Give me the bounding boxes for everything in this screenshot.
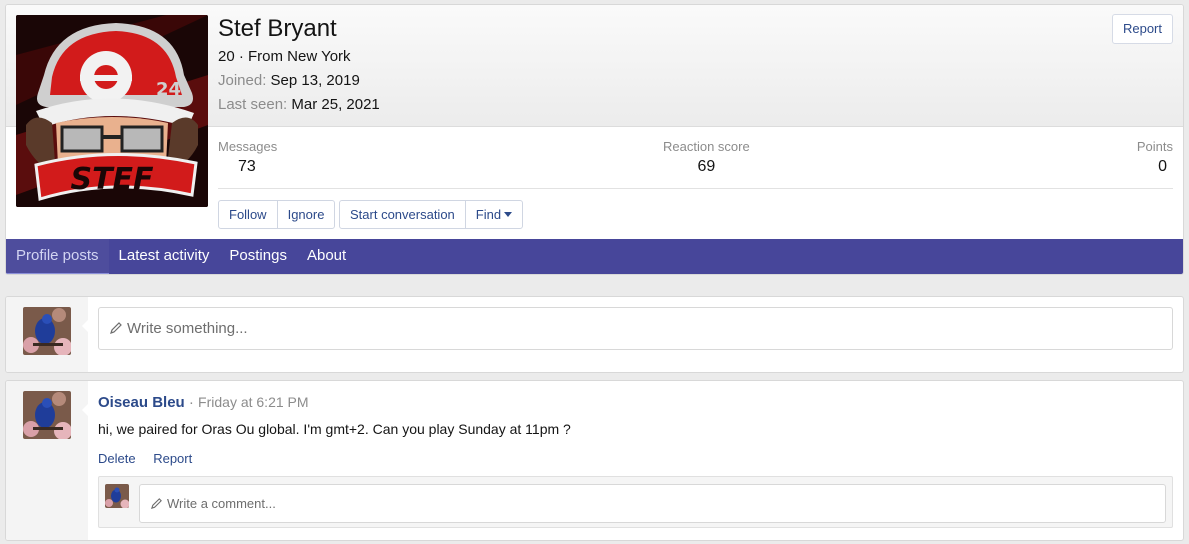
- profile-name: Stef Bryant: [218, 15, 337, 42]
- stats-divider: [218, 188, 1173, 189]
- svg-text:24: 24: [156, 79, 181, 100]
- tab-postings[interactable]: Postings: [219, 239, 297, 274]
- author-avatar[interactable]: [23, 391, 71, 439]
- stat-reaction-score: Reaction score 69: [663, 139, 750, 176]
- current-user-avatar[interactable]: [23, 307, 71, 355]
- message-author-link[interactable]: Oiseau Bleu: [98, 394, 185, 411]
- stat-points-label: Points: [1136, 139, 1173, 154]
- new-profile-post: Write something...: [5, 296, 1184, 373]
- write-something-placeholder: Write something...: [127, 320, 248, 337]
- write-comment-input[interactable]: Write a comment...: [139, 484, 1166, 523]
- report-profile-button[interactable]: Report: [1111, 14, 1173, 44]
- caret-down-icon: [504, 212, 513, 218]
- last-seen-value: Mar 25, 2021: [291, 96, 380, 113]
- message-pointer: [82, 400, 92, 420]
- joined-value: Sep 13, 2019: [270, 72, 360, 89]
- tab-profile-posts[interactable]: Profile posts: [6, 239, 109, 274]
- profile-post-message: Oiseau Bleu · Friday at 6:21 PM hi, we p…: [5, 380, 1184, 541]
- joined-label: Joined:: [218, 72, 267, 89]
- stat-reaction-label: Reaction score: [663, 139, 750, 154]
- avatar-image: 24 STEF: [16, 15, 208, 207]
- ignore-button[interactable]: Ignore: [278, 201, 335, 228]
- comment-avatar[interactable]: [105, 484, 129, 508]
- stat-messages: Messages 73: [218, 139, 277, 176]
- message-body: hi, we paired for Oras Ou global. I'm gm…: [98, 421, 571, 437]
- last-seen-label: Last seen:: [218, 96, 288, 113]
- report-link[interactable]: Report: [153, 451, 192, 466]
- find-menu-button[interactable]: Find: [466, 201, 522, 228]
- last-seen-line: Last seen: Mar 25, 2021: [218, 96, 380, 113]
- stat-reaction-value[interactable]: 69: [663, 158, 750, 176]
- bird-avatar-image: [105, 484, 129, 508]
- svg-text:STEF: STEF: [70, 162, 154, 197]
- find-label: Find: [475, 207, 502, 222]
- tab-about[interactable]: About: [297, 239, 356, 274]
- post-pointer: [82, 316, 92, 336]
- message-header: Oiseau Bleu · Friday at 6:21 PM: [98, 394, 309, 411]
- stat-points-value[interactable]: 0: [1137, 158, 1173, 176]
- conversation-find-group: Start conversation Find: [339, 200, 524, 229]
- write-comment-placeholder: Write a comment...: [167, 496, 276, 511]
- stat-points: Points 0: [1137, 139, 1173, 176]
- profile-tabs: Profile posts Latest activity Postings A…: [6, 239, 1183, 274]
- pencil-icon: [150, 497, 162, 509]
- profile-header: 24 STEF Stef Bryant 20 · From New York J…: [5, 4, 1184, 275]
- comment-area: Write a comment...: [98, 476, 1173, 528]
- write-something-input[interactable]: Write something...: [98, 307, 1173, 350]
- pencil-icon: [110, 321, 122, 334]
- tab-latest-activity[interactable]: Latest activity: [109, 239, 220, 274]
- stat-messages-label: Messages: [218, 139, 278, 154]
- bird-avatar-image: [23, 307, 71, 355]
- bird-avatar-image: [23, 391, 71, 439]
- follow-ignore-group: Follow Ignore: [218, 200, 336, 229]
- stat-messages-value[interactable]: 73: [218, 158, 277, 176]
- start-conversation-button[interactable]: Start conversation: [340, 201, 466, 228]
- message-timestamp[interactable]: Friday at 6:21 PM: [198, 394, 309, 410]
- delete-link[interactable]: Delete: [98, 451, 136, 466]
- age-location: 20 · From New York: [218, 48, 351, 65]
- message-separator: ·: [188, 394, 194, 411]
- follow-button[interactable]: Follow: [219, 201, 278, 228]
- joined-line: Joined: Sep 13, 2019: [218, 72, 360, 89]
- profile-avatar[interactable]: 24 STEF: [16, 15, 208, 207]
- message-actions: Delete Report: [98, 451, 206, 466]
